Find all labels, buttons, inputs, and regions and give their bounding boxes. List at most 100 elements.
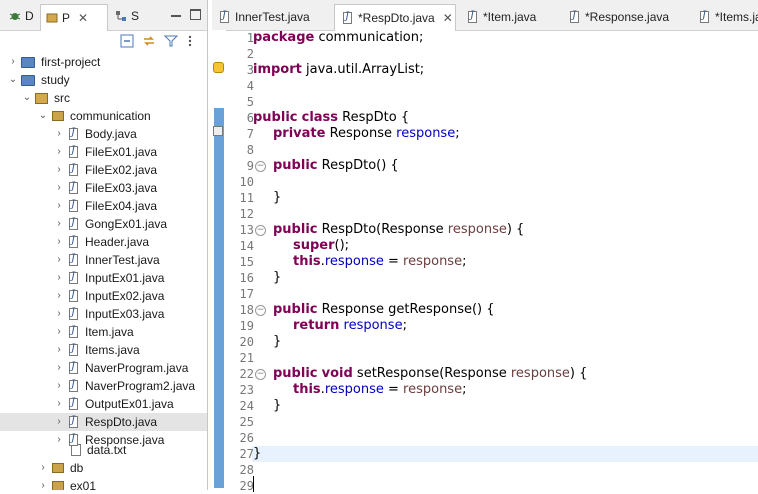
java-file-icon (343, 11, 352, 24)
line-number: 15 (239, 255, 254, 269)
tree-item-package-ex01[interactable]: › ex01 (0, 477, 207, 491)
tab-debug[interactable]: D (4, 5, 34, 27)
tree-item-java-file[interactable]: › FileEx03.java (0, 179, 207, 197)
close-icon[interactable]: ✕ (78, 11, 88, 25)
project-icon (21, 74, 35, 86)
tree-item-java-file[interactable]: › FileEx04.java (0, 197, 207, 215)
chevron-right-icon[interactable]: › (54, 399, 64, 409)
tree-item-src[interactable]: ⌄ src (0, 89, 207, 107)
tree-item-java-file[interactable]: › Item.java (0, 323, 207, 341)
tree-item-study[interactable]: ⌄ study (0, 71, 207, 89)
fold-toggle-icon[interactable]: − (255, 305, 266, 316)
package-explorer-panel: D P ✕ S › first-project ⌄ study ⌄ src ⌄ … (0, 0, 208, 490)
chevron-right-icon[interactable]: › (54, 309, 64, 319)
tree-item-java-file[interactable]: › InputEx03.java (0, 305, 207, 323)
code-line-1: package communication; (253, 30, 424, 45)
maximize-icon[interactable] (190, 9, 201, 20)
chevron-right-icon[interactable]: › (38, 481, 48, 491)
tree-item-label: FileEx01.java (85, 145, 158, 159)
chevron-right-icon[interactable]: › (54, 381, 64, 391)
fold-toggle-icon[interactable]: − (255, 225, 266, 236)
java-file-icon (69, 397, 78, 410)
line-number: 8 (246, 143, 254, 157)
tab-response[interactable]: *Response.java (562, 4, 669, 29)
close-icon[interactable]: ✕ (443, 11, 453, 25)
java-file-icon (69, 325, 78, 338)
tab-structure[interactable]: S (110, 5, 139, 27)
filter-icon[interactable] (164, 34, 178, 48)
line-number: 10 (239, 175, 254, 189)
fold-toggle-icon[interactable]: − (255, 369, 266, 380)
tree-item-java-file[interactable]: › FileEx01.java (0, 143, 207, 161)
bookmark-icon[interactable] (213, 126, 223, 136)
explorer-toolbar (0, 31, 207, 53)
collapse-all-icon[interactable] (120, 34, 134, 48)
chevron-right-icon[interactable]: › (54, 219, 64, 229)
chevron-right-icon[interactable]: › (54, 129, 64, 139)
tree-item-java-file[interactable]: › NaverProgram.java (0, 359, 207, 377)
chevron-right-icon[interactable]: › (54, 417, 64, 427)
chevron-right-icon[interactable]: › (54, 237, 64, 247)
tree-item-java-file[interactable]: › Response.java (0, 431, 207, 449)
tree-item-java-file[interactable]: › FileEx02.java (0, 161, 207, 179)
tab-items[interactable]: *Items.ja (692, 4, 758, 29)
chevron-down-icon[interactable]: ⌄ (22, 93, 32, 103)
tree-item-java-file[interactable]: › OutputEx01.java (0, 395, 207, 413)
tab-respdto[interactable]: *RespDto.java ✕ (334, 4, 456, 31)
line-number: 2 (246, 47, 254, 61)
tree-item-java-file[interactable]: › RespDto.java (0, 413, 207, 431)
tab-package-explorer[interactable]: P ✕ (40, 4, 108, 31)
tree-item-label: src (54, 91, 70, 105)
tree-item-java-file[interactable]: › NaverProgram2.java (0, 377, 207, 395)
tab-label: *Items.ja (715, 9, 758, 24)
minimize-icon[interactable] (171, 15, 181, 17)
line-number: 7 (246, 127, 254, 141)
tree-item-label: InputEx03.java (85, 307, 165, 321)
tab-item[interactable]: *Item.java (460, 4, 536, 29)
tree-item-java-file[interactable]: › InputEx01.java (0, 269, 207, 287)
chevron-right-icon[interactable]: › (54, 165, 64, 175)
chevron-right-icon[interactable]: › (54, 273, 64, 283)
chevron-right-icon[interactable]: › (54, 255, 64, 265)
tree-item-java-file[interactable]: › InnerTest.java (0, 251, 207, 269)
warning-icon[interactable] (213, 62, 224, 73)
link-with-editor-icon[interactable] (142, 34, 156, 48)
tree-item-label: Header.java (85, 235, 150, 249)
chevron-down-icon[interactable]: ⌄ (38, 111, 48, 121)
fold-toggle-icon[interactable]: − (255, 161, 266, 172)
chevron-right-icon[interactable]: › (54, 147, 64, 157)
chevron-right-icon[interactable]: › (54, 183, 64, 193)
code-line-9: public RespDto() { (273, 158, 399, 173)
tree-item-java-file[interactable]: › GongEx01.java (0, 215, 207, 233)
tree-item-java-file[interactable]: › InputEx02.java (0, 287, 207, 305)
chevron-right-icon[interactable]: › (54, 291, 64, 301)
chevron-right-icon[interactable]: › (54, 435, 64, 445)
java-file-icon (69, 415, 78, 428)
chevron-right-icon[interactable]: › (54, 363, 64, 373)
tree-item-label: InnerTest.java (85, 253, 160, 267)
chevron-right-icon[interactable]: › (54, 345, 64, 355)
left-tab-bar: D P ✕ S (0, 0, 207, 31)
tree-item-label: InputEx02.java (85, 289, 165, 303)
annotation-ruler (212, 30, 226, 490)
tree-item-java-file[interactable]: › Items.java (0, 341, 207, 359)
tree-item-java-file[interactable]: › Header.java (0, 233, 207, 251)
code-line-14: super(); (293, 238, 350, 253)
view-menu-icon[interactable] (186, 34, 194, 48)
chevron-right-icon[interactable]: › (8, 57, 18, 67)
package-icon (52, 111, 64, 121)
tree-item-label: FileEx02.java (85, 163, 158, 177)
code-line-11: } (273, 190, 282, 205)
tree-item-package-communication[interactable]: ⌄ communication (0, 107, 207, 125)
chevron-right-icon[interactable]: › (38, 463, 48, 473)
tree-item-label: NaverProgram2.java (85, 379, 196, 393)
tab-innertest[interactable]: InnerTest.java (212, 4, 310, 29)
chevron-right-icon[interactable]: › (54, 327, 64, 337)
chevron-down-icon[interactable]: ⌄ (8, 75, 18, 85)
code-line-13: public RespDto(Response response) { (273, 222, 525, 237)
java-file-icon (468, 10, 477, 23)
tree-item-java-file[interactable]: › Body.java (0, 125, 207, 143)
tree-item-package-db[interactable]: › db (0, 459, 207, 477)
tree-item-first-project[interactable]: › first-project (0, 53, 207, 71)
chevron-right-icon[interactable]: › (54, 201, 64, 211)
